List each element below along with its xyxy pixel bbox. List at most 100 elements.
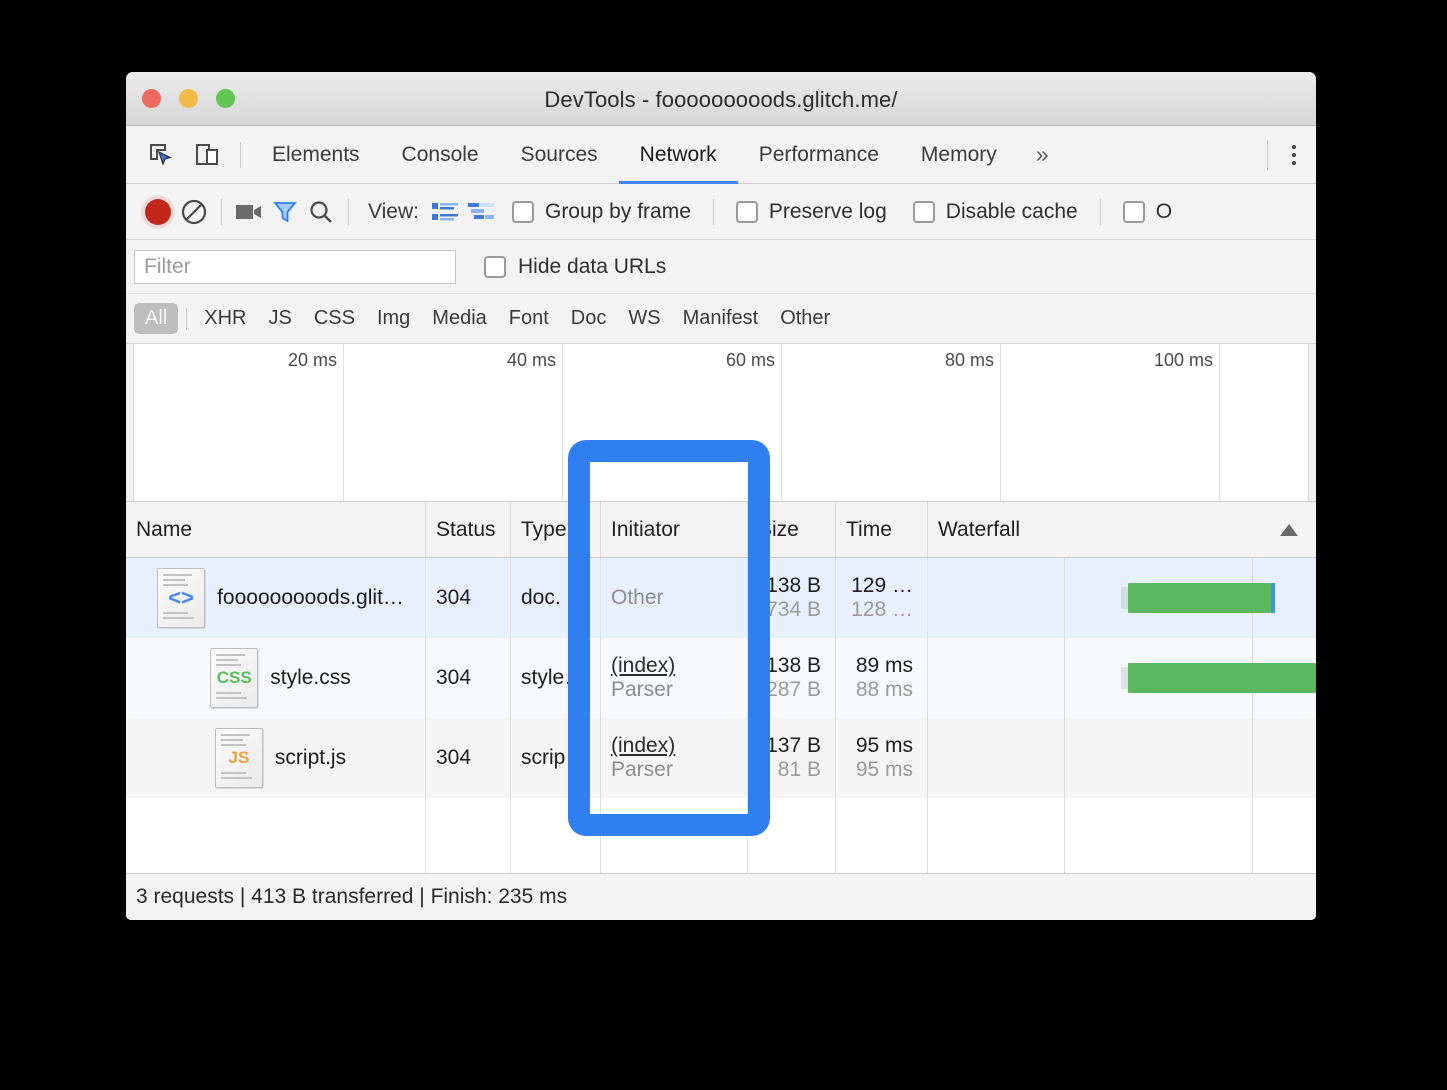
tabbar-right-divider <box>1267 139 1268 170</box>
type-filter-other[interactable]: Other <box>769 303 841 334</box>
column-header-size[interactable]: Size <box>748 502 836 557</box>
checkbox-box[interactable] <box>912 200 935 223</box>
request-status-cell: 304 <box>426 638 511 718</box>
request-waterfall-cell <box>928 718 1316 798</box>
table-row[interactable]: CSS style.css 304 style… (index) Parser … <box>126 638 1316 718</box>
record-icon[interactable] <box>140 194 176 230</box>
checkbox-box[interactable] <box>1122 200 1145 223</box>
empty-cell <box>126 798 426 882</box>
more-tabs-chevron-icon[interactable]: » <box>1018 126 1067 183</box>
request-waterfall-cell <box>928 638 1316 718</box>
request-name-cell[interactable]: <> fooooooooods.glit… <box>126 558 426 638</box>
type-filter-label: Media <box>432 307 487 329</box>
size-value: 137 B <box>766 734 821 757</box>
network-status-bar: 3 requests | 413 B transferred | Finish:… <box>126 873 1316 920</box>
column-header-name[interactable]: Name <box>126 502 426 557</box>
checkbox-box[interactable] <box>511 200 534 223</box>
type-filter-doc[interactable]: Doc <box>560 303 618 334</box>
status-summary: 3 requests | 413 B transferred | Finish:… <box>136 885 568 908</box>
type-filter-label: Doc <box>570 307 607 329</box>
column-header-initiator[interactable]: Initiator <box>601 502 748 557</box>
screenshot-stage: DevTools - fooooooooods.glitch.me/ Eleme… <box>0 0 1447 1090</box>
preserve-log-checkbox[interactable]: Preserve log <box>735 200 887 224</box>
tab-sources[interactable]: Sources <box>500 126 619 183</box>
column-header-label: Status <box>436 517 496 541</box>
disable-cache-checkbox[interactable]: Disable cache <box>912 200 1078 224</box>
column-header-label: Type <box>521 517 567 541</box>
table-row[interactable]: JS script.js 304 scrip… (index) Parser 1… <box>126 718 1316 798</box>
screenshot-camera-icon[interactable] <box>231 194 267 230</box>
network-requests-table: Name Status Type Initiator Size Time Wat… <box>126 502 1316 882</box>
tab-memory[interactable]: Memory <box>900 126 1018 183</box>
column-header-type[interactable]: Type <box>511 502 601 557</box>
file-icon-glyph: JS <box>228 748 250 767</box>
checkbox-label: O <box>1155 199 1173 223</box>
list-view-icon[interactable] <box>427 194 463 230</box>
status-code: 304 <box>436 666 472 689</box>
overview-tick: 20 ms <box>126 344 344 501</box>
tab-network[interactable]: Network <box>618 126 738 184</box>
file-icon-glyph: <> <box>168 585 194 610</box>
type-filter-img[interactable]: Img <box>366 303 421 334</box>
search-input[interactable]: Filter <box>134 249 456 284</box>
type-filter-ws[interactable]: WS <box>617 303 671 334</box>
table-row[interactable]: <> fooooooooods.glit… 304 doc. Other 138… <box>126 558 1316 638</box>
status-code: 304 <box>436 746 472 769</box>
kebab-menu-icon[interactable] <box>1272 135 1316 175</box>
type-filter-js[interactable]: JS <box>257 303 302 334</box>
group-by-frame-checkbox[interactable]: Group by frame <box>511 200 691 224</box>
offline-checkbox-clipped[interactable]: O <box>1122 199 1173 224</box>
column-header-waterfall[interactable]: Waterfall <box>928 502 1316 557</box>
overview-tick: 80 ms <box>782 344 1001 501</box>
tab-elements[interactable]: Elements <box>251 126 381 183</box>
type-filter-font[interactable]: Font <box>498 303 560 334</box>
waterfall-view-icon[interactable] <box>463 194 499 230</box>
request-initiator-cell[interactable]: (index) Parser <box>601 638 748 718</box>
overview-tick-label: 20 ms <box>287 350 337 370</box>
inspect-element-icon[interactable] <box>142 136 180 174</box>
request-time-cell: 129 … 128 … <box>836 558 928 638</box>
device-toolbar-icon[interactable] <box>188 136 226 174</box>
request-initiator-cell[interactable]: Other <box>601 558 748 638</box>
resource-type-filters: All XHR JS CSS Img Media Font Doc WS Man… <box>126 294 1316 344</box>
empty-cell <box>836 798 928 882</box>
size-value: 138 B <box>766 654 821 677</box>
network-overview-timeline[interactable]: 20 ms 40 ms 60 ms 80 ms 100 ms <box>126 344 1316 502</box>
tab-console[interactable]: Console <box>381 126 500 183</box>
checkbox-box[interactable] <box>735 200 758 223</box>
empty-cell <box>511 798 601 882</box>
hide-data-urls-checkbox[interactable]: Hide data URLs <box>484 255 666 279</box>
type-label: doc. <box>521 586 561 609</box>
type-label: style… <box>521 666 586 689</box>
filter-funnel-icon[interactable] <box>267 194 303 230</box>
network-toolbar: View: Group by frame Preserve log Disabl… <box>126 184 1316 240</box>
initiator-link[interactable]: (index) <box>611 654 747 678</box>
initiator-link[interactable]: (index) <box>611 734 747 758</box>
overview-right-handle[interactable] <box>1308 344 1316 501</box>
request-initiator-cell[interactable]: (index) Parser <box>601 718 748 798</box>
window-titlebar: DevTools - fooooooooods.glitch.me/ <box>126 72 1316 126</box>
type-filter-all[interactable]: All <box>134 303 179 334</box>
column-header-status[interactable]: Status <box>426 502 511 557</box>
search-icon[interactable] <box>303 194 339 230</box>
tabbar-divider <box>240 141 241 168</box>
type-filter-xhr[interactable]: XHR <box>193 303 257 334</box>
time-value: 95 ms <box>855 734 913 757</box>
checkbox-box[interactable] <box>484 255 506 278</box>
column-header-time[interactable]: Time <box>836 502 928 557</box>
request-name-label: script.js <box>274 746 347 769</box>
type-filter-label: WS <box>628 307 661 329</box>
type-filter-media[interactable]: Media <box>421 303 497 334</box>
type-filter-manifest[interactable]: Manifest <box>672 303 770 334</box>
devtools-window: DevTools - fooooooooods.glitch.me/ Eleme… <box>126 72 1316 920</box>
clear-icon[interactable] <box>176 194 212 230</box>
request-name-cell[interactable]: JS script.js <box>126 718 426 798</box>
overview-tick-label: 100 ms <box>1153 350 1213 370</box>
tab-performance[interactable]: Performance <box>738 126 900 183</box>
size-transferred: 81 B <box>777 758 821 781</box>
tab-label: Elements <box>272 142 360 166</box>
sort-ascending-icon[interactable] <box>1280 523 1298 536</box>
type-filter-css[interactable]: CSS <box>303 303 366 334</box>
size-transferred: 734 B <box>766 598 821 621</box>
request-name-cell[interactable]: CSS style.css <box>126 638 426 718</box>
